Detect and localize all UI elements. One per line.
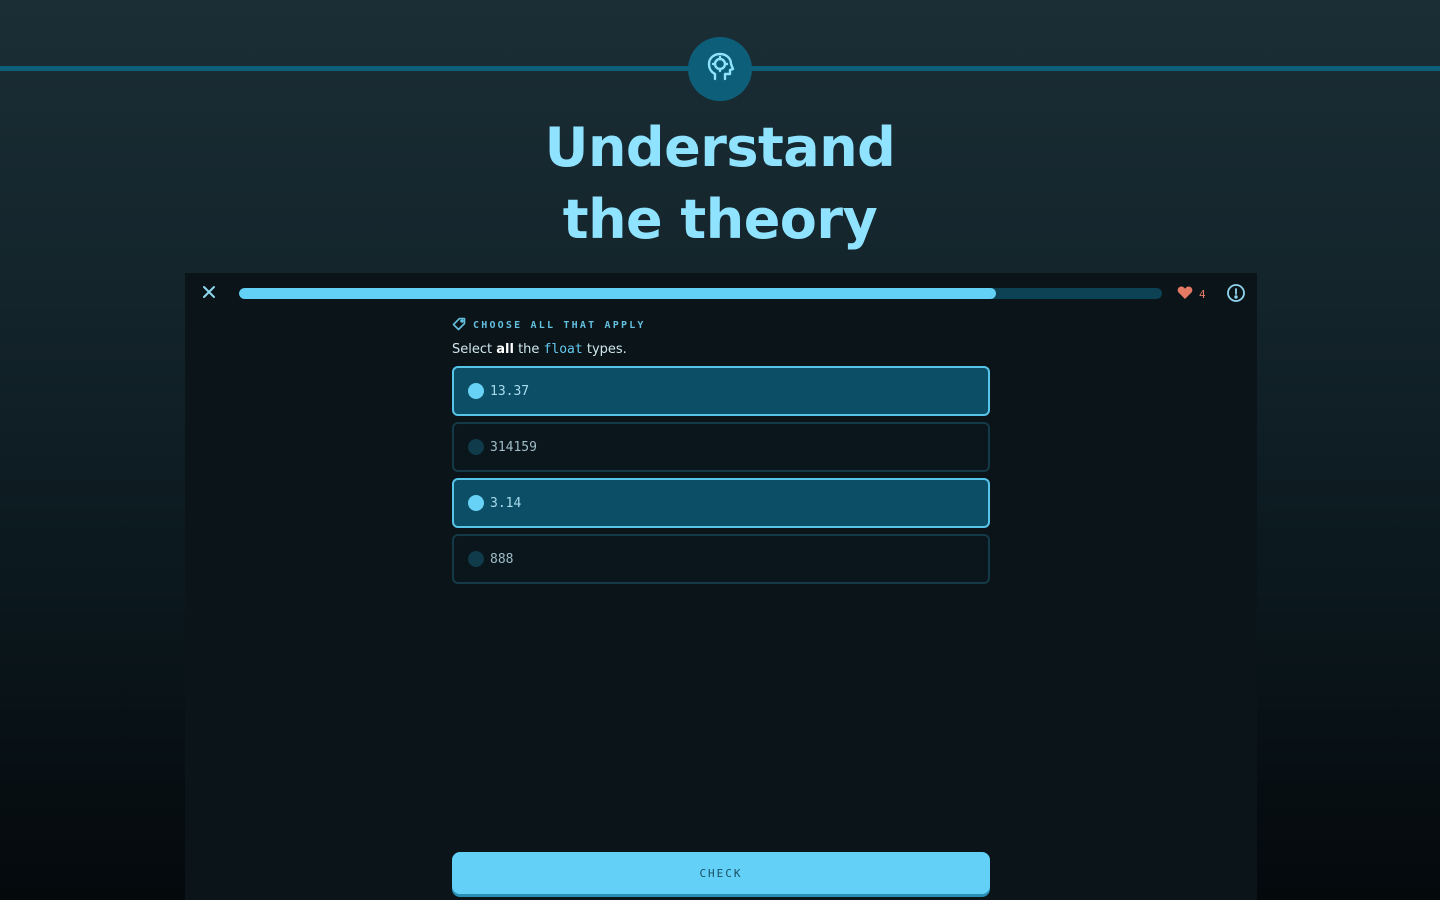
progress-bar-fill	[239, 288, 996, 299]
answer-option-label: 13.37	[490, 383, 530, 399]
hero-title-line2: the theory	[562, 188, 878, 251]
answer-option[interactable]: 13.37	[452, 366, 990, 416]
check-button[interactable]: CHECK	[452, 852, 990, 894]
hero-title: Understand the theory	[0, 112, 1440, 256]
radio-unchecked-icon	[468, 439, 484, 455]
hero-title-line1: Understand	[544, 116, 896, 179]
question-type: CHOOSE ALL THAT APPLY	[452, 316, 990, 334]
lesson-badge	[688, 37, 752, 101]
answer-options: 13.37 314159 3.14 888	[452, 366, 990, 590]
answer-option-label: 314159	[490, 439, 537, 455]
info-button[interactable]	[1226, 283, 1246, 303]
brain-head-icon	[702, 49, 738, 89]
question-header: CHOOSE ALL THAT APPLY Select all the flo…	[452, 316, 990, 360]
question-prompt: Select all the float types.	[452, 342, 627, 357]
lives-count: 4	[1199, 288, 1206, 301]
heart-icon	[1177, 285, 1193, 304]
answer-option-label: 3.14	[490, 495, 522, 511]
radio-checked-icon	[468, 383, 484, 399]
check-button-label: CHECK	[699, 866, 743, 880]
code-keyword: float	[543, 342, 583, 357]
info-icon	[1226, 284, 1246, 307]
close-button[interactable]	[199, 283, 219, 303]
radio-checked-icon	[468, 495, 484, 511]
radio-unchecked-icon	[468, 551, 484, 567]
lives-indicator: 4	[1177, 285, 1206, 304]
tag-icon	[452, 316, 466, 335]
answer-option[interactable]: 888	[452, 534, 990, 584]
answer-option[interactable]: 3.14	[452, 478, 990, 528]
answer-option-label: 888	[490, 551, 514, 567]
question-type-label: CHOOSE ALL THAT APPLY	[473, 319, 646, 331]
lesson-panel: 4 CHOOSE ALL THAT APPLY Select all the f…	[185, 273, 1257, 900]
answer-option[interactable]: 314159	[452, 422, 990, 472]
close-icon	[202, 284, 216, 303]
progress-bar	[239, 288, 1162, 299]
